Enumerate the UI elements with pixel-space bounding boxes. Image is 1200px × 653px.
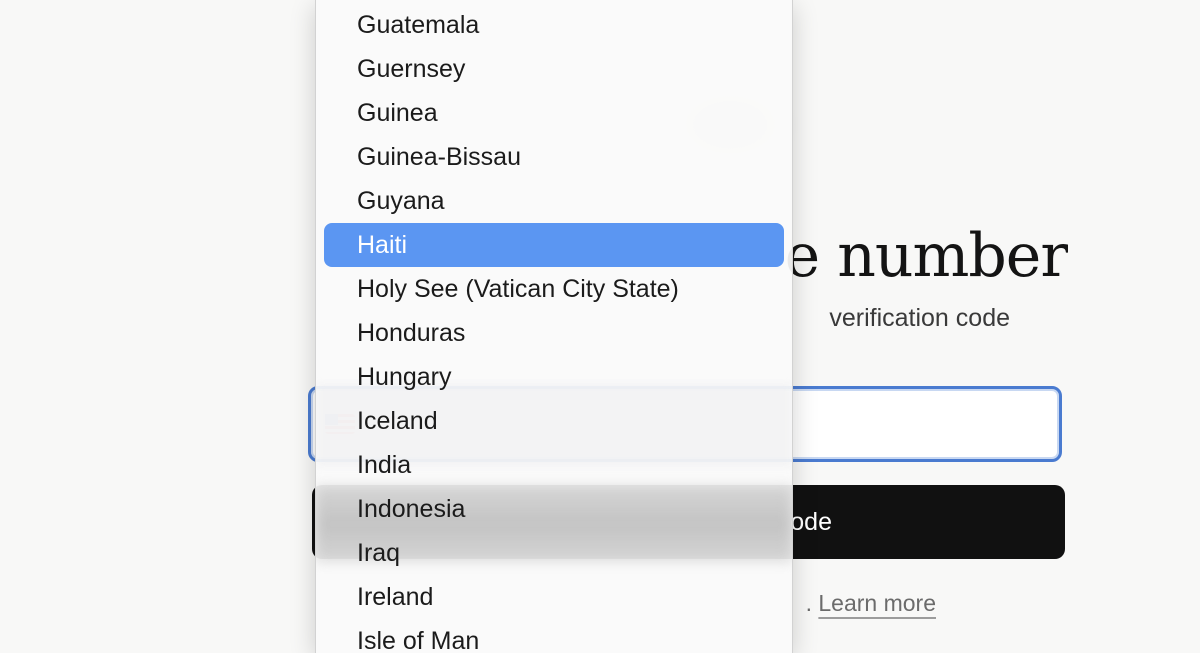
country-option[interactable]: Guinea	[324, 91, 784, 135]
country-option[interactable]: Iraq	[324, 531, 784, 575]
country-option[interactable]: Honduras	[324, 311, 784, 355]
country-option[interactable]: Isle of Man	[324, 619, 784, 653]
country-dropdown[interactable]: Guatemala Guernsey Guinea Guinea-Bissau Guya…	[315, 0, 793, 653]
country-option[interactable]: Guinea-Bissau	[324, 135, 784, 179]
country-option[interactable]: Ireland	[324, 575, 784, 619]
country-option[interactable]: Guernsey	[324, 47, 784, 91]
country-option[interactable]: India	[324, 443, 784, 487]
country-option[interactable]: Haiti	[324, 223, 784, 267]
country-option[interactable]: Hungary	[324, 355, 784, 399]
learn-more-link[interactable]: Learn more	[818, 590, 936, 616]
country-option[interactable]: Holy See (Vatican City State)	[324, 267, 784, 311]
country-option[interactable]: Guyana	[324, 179, 784, 223]
disclaimer-tail: .	[805, 590, 812, 616]
country-option[interactable]: Indonesia	[324, 487, 784, 531]
country-option[interactable]: Iceland	[324, 399, 784, 443]
country-list: Guatemala Guernsey Guinea Guinea-Bissau Guya…	[316, 3, 792, 653]
country-option[interactable]: Guatemala	[324, 3, 784, 47]
phone-number-input[interactable]	[811, 403, 1055, 449]
